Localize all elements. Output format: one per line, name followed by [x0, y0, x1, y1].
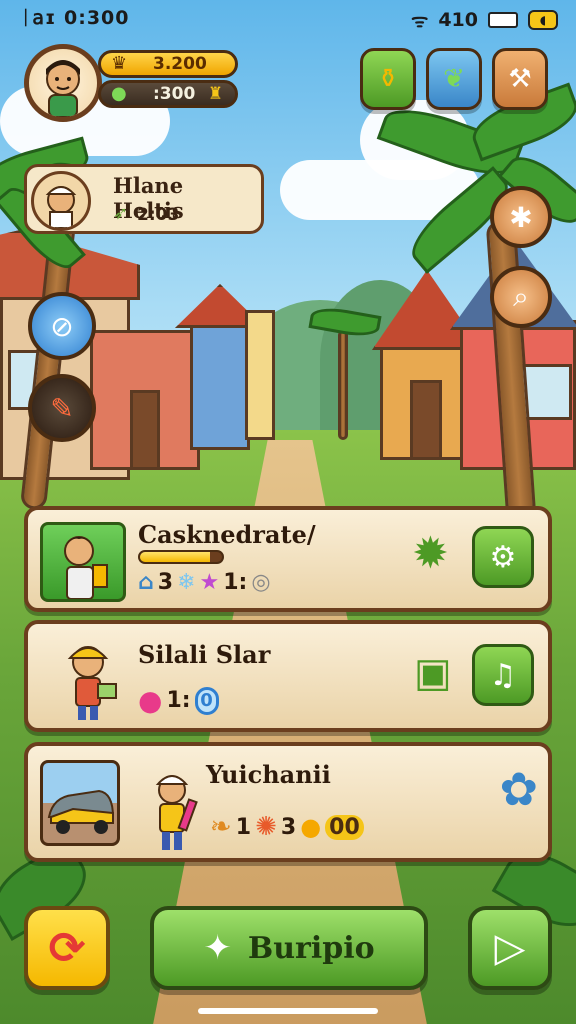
house — [190, 320, 250, 450]
flower-icon: ✿ — [499, 762, 538, 816]
card-character — [144, 764, 204, 854]
card-stat: 1 — [235, 814, 252, 840]
refresh-button[interactable]: ⟳ — [24, 906, 110, 990]
music-button[interactable]: ♫ — [472, 644, 534, 706]
balloon-icon: ● — [138, 684, 163, 717]
star-icon: ★ — [199, 570, 220, 595]
villager-icon — [63, 536, 108, 599]
player-avatar[interactable] — [24, 44, 102, 122]
jar-icon: ⚱ — [377, 64, 399, 94]
play-icon: ▷ — [494, 925, 526, 971]
list-item[interactable]: Yuichanii ❧ 1 ✺ 3 ● 00 ✿ — [24, 742, 552, 862]
card-stat: 3 — [157, 570, 174, 595]
refresh-icon: ⟳ — [48, 922, 86, 974]
status-bar: ᛁ𝖺ɪ 0:300 ᯤ 410 ◖ — [0, 0, 576, 36]
gem-counter[interactable]: ● :300 ♜ — [98, 80, 238, 108]
croissant-icon: ❧ — [210, 812, 232, 842]
crown-icon: ♛ — [111, 53, 128, 74]
list-item[interactable]: Silali Slar ● 1: 0 ▣ ♫ — [24, 620, 552, 732]
card-stat: 1: — [166, 688, 191, 713]
status-badge: ◖ — [528, 10, 558, 30]
search-icon: ⌕ — [513, 280, 529, 313]
bush-icon: ✹ — [412, 528, 449, 579]
arrow-up-icon: ➶ — [113, 203, 129, 224]
card-thumbnail — [40, 760, 120, 846]
card-stat: 1: — [223, 570, 248, 595]
quest-title: Hlane Heltis — [113, 173, 184, 223]
main-action-button[interactable]: ✦ Buripio — [150, 906, 428, 990]
star-button[interactable]: ✱ — [490, 186, 552, 248]
gem-value: :300 — [153, 84, 196, 104]
flame-icon: ● — [300, 813, 322, 841]
xp-bar — [138, 550, 224, 564]
music-icon: ♫ — [489, 657, 517, 693]
card-title: Casknedrate/ — [138, 520, 316, 549]
leaf-button[interactable]: ❦ — [426, 48, 482, 110]
leaf-icon: ❦ — [443, 64, 465, 94]
status-time: 410 — [438, 9, 478, 31]
compass-icon: ⊘ — [50, 309, 74, 343]
brush-icon: ✎ — [50, 391, 74, 425]
can-icon: ◎ — [251, 570, 271, 595]
brush-button[interactable]: ✎ — [28, 374, 96, 442]
status-carrier: ᛁ𝖺ɪ 0:300 — [20, 7, 130, 29]
quest-avatar — [31, 171, 91, 231]
tools-button[interactable]: ⚒ — [492, 48, 548, 110]
gear-icon: ⚙ — [489, 539, 517, 575]
card-stat: 0 — [194, 686, 219, 715]
main-action-label: Buripio — [247, 930, 375, 966]
card-stat: 00 — [325, 814, 364, 840]
player-face-icon — [46, 60, 80, 117]
house-door — [130, 390, 160, 470]
chef-icon — [155, 775, 198, 850]
star-icon: ✱ — [509, 200, 533, 234]
trophy-icon: ♜ — [207, 84, 223, 104]
house-door — [410, 380, 442, 460]
compass-button[interactable]: ⊘ — [28, 292, 96, 360]
house — [245, 310, 275, 440]
sun-icon: ✺ — [255, 812, 277, 842]
quest-card[interactable]: Hlane Heltis ➶ 2:03 — [24, 164, 264, 234]
snowflake-icon: ❄ — [177, 570, 196, 595]
card-title: Silali Slar — [138, 640, 271, 669]
gold-value: 3.200 — [153, 54, 207, 74]
gem-icon: ● — [111, 83, 127, 104]
search-button[interactable]: ⌕ — [490, 266, 552, 328]
battery-icon — [488, 12, 518, 28]
card-title: Yuichanii — [206, 760, 331, 789]
jar-button[interactable]: ⚱ — [360, 48, 416, 110]
tools-icon: ⚒ — [508, 64, 532, 94]
worker-icon — [67, 646, 117, 720]
card-stat: 3 — [280, 814, 297, 840]
list-item[interactable]: Casknedrate/ ⌂ 3 ❄ ★ 1: ◎ ✹ ⚙ — [24, 506, 552, 612]
card-thumbnail — [40, 522, 126, 602]
villager-face-icon — [45, 186, 77, 228]
settings-button[interactable]: ⚙ — [472, 526, 534, 588]
puzzle-icon: ✦ — [203, 928, 232, 968]
xp-bar-fill — [140, 552, 210, 562]
play-button[interactable]: ▷ — [468, 906, 552, 990]
home-indicator[interactable] — [198, 1008, 378, 1014]
map-icon: ▣ — [414, 650, 452, 696]
palm-trunk — [338, 330, 348, 440]
wifi-icon: ᯤ — [410, 10, 429, 32]
gold-counter[interactable]: ♛ 3.200 — [98, 50, 238, 78]
car-icon — [47, 789, 115, 834]
quest-value: 2:03 — [137, 205, 180, 225]
house-icon: ⌂ — [138, 570, 154, 595]
card-character — [48, 632, 128, 722]
